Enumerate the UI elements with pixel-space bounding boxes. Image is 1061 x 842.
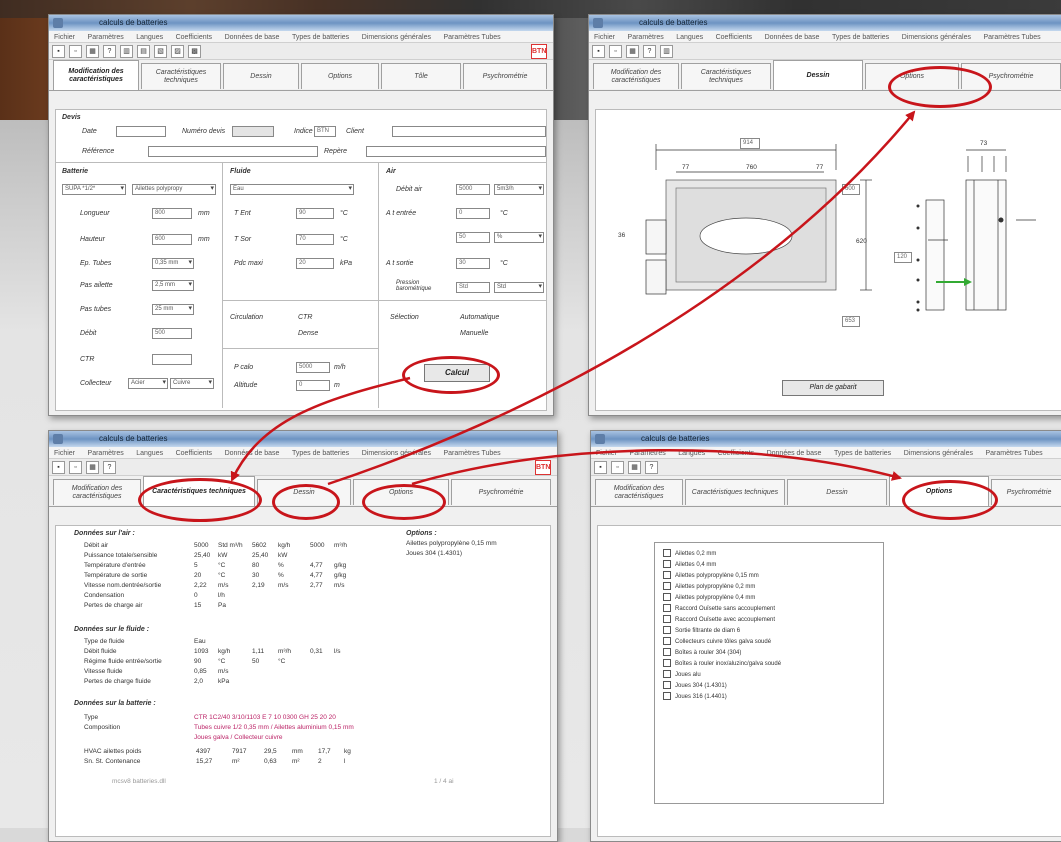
flow-arrows xyxy=(230,110,916,486)
